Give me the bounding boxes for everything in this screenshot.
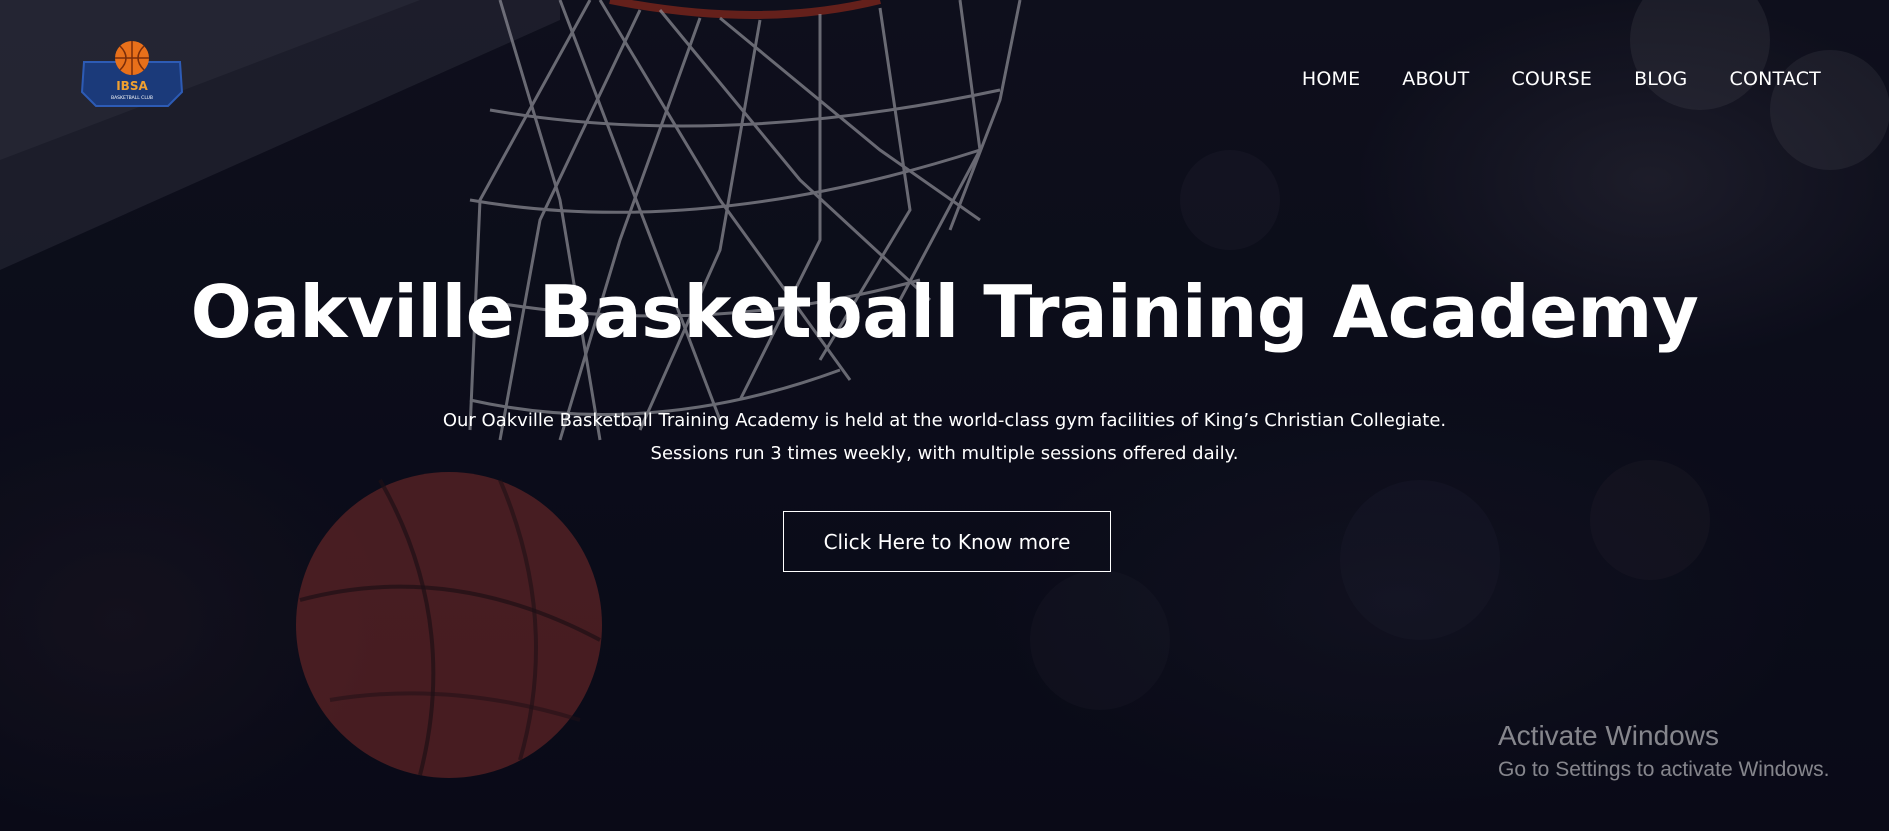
nav-blog[interactable]: BLOG: [1634, 68, 1687, 90]
hero-description-line-1: Our Oakville Basketball Training Academy…: [442, 410, 1447, 431]
know-more-button[interactable]: Click Here to Know more: [783, 511, 1111, 572]
hero-description-line-2: Sessions run 3 times weekly, with multip…: [650, 443, 1239, 464]
hero-description: Our Oakville Basketball Training Academy…: [0, 404, 1889, 470]
nav-about[interactable]: ABOUT: [1402, 68, 1469, 90]
hero-title: Oakville Basketball Training Academy: [190, 270, 1699, 354]
svg-text:IBSA: IBSA: [116, 79, 148, 93]
ibsa-logo[interactable]: IBSA BASKETBALL CLUB: [80, 40, 184, 112]
nav-contact[interactable]: CONTACT: [1729, 68, 1821, 90]
nav-course[interactable]: COURSE: [1511, 68, 1592, 90]
watermark-subtitle: Go to Settings to activate Windows.: [1498, 758, 1830, 781]
logo-badge-icon: IBSA BASKETBALL CLUB: [80, 41, 184, 107]
nav-home[interactable]: HOME: [1302, 68, 1360, 90]
main-nav: HOME ABOUT COURSE BLOG CONTACT: [1302, 68, 1821, 90]
windows-activation-watermark: Activate Windows Go to Settings to activ…: [1498, 720, 1830, 782]
watermark-title: Activate Windows: [1498, 720, 1719, 751]
svg-text:BASKETBALL CLUB: BASKETBALL CLUB: [111, 95, 153, 101]
